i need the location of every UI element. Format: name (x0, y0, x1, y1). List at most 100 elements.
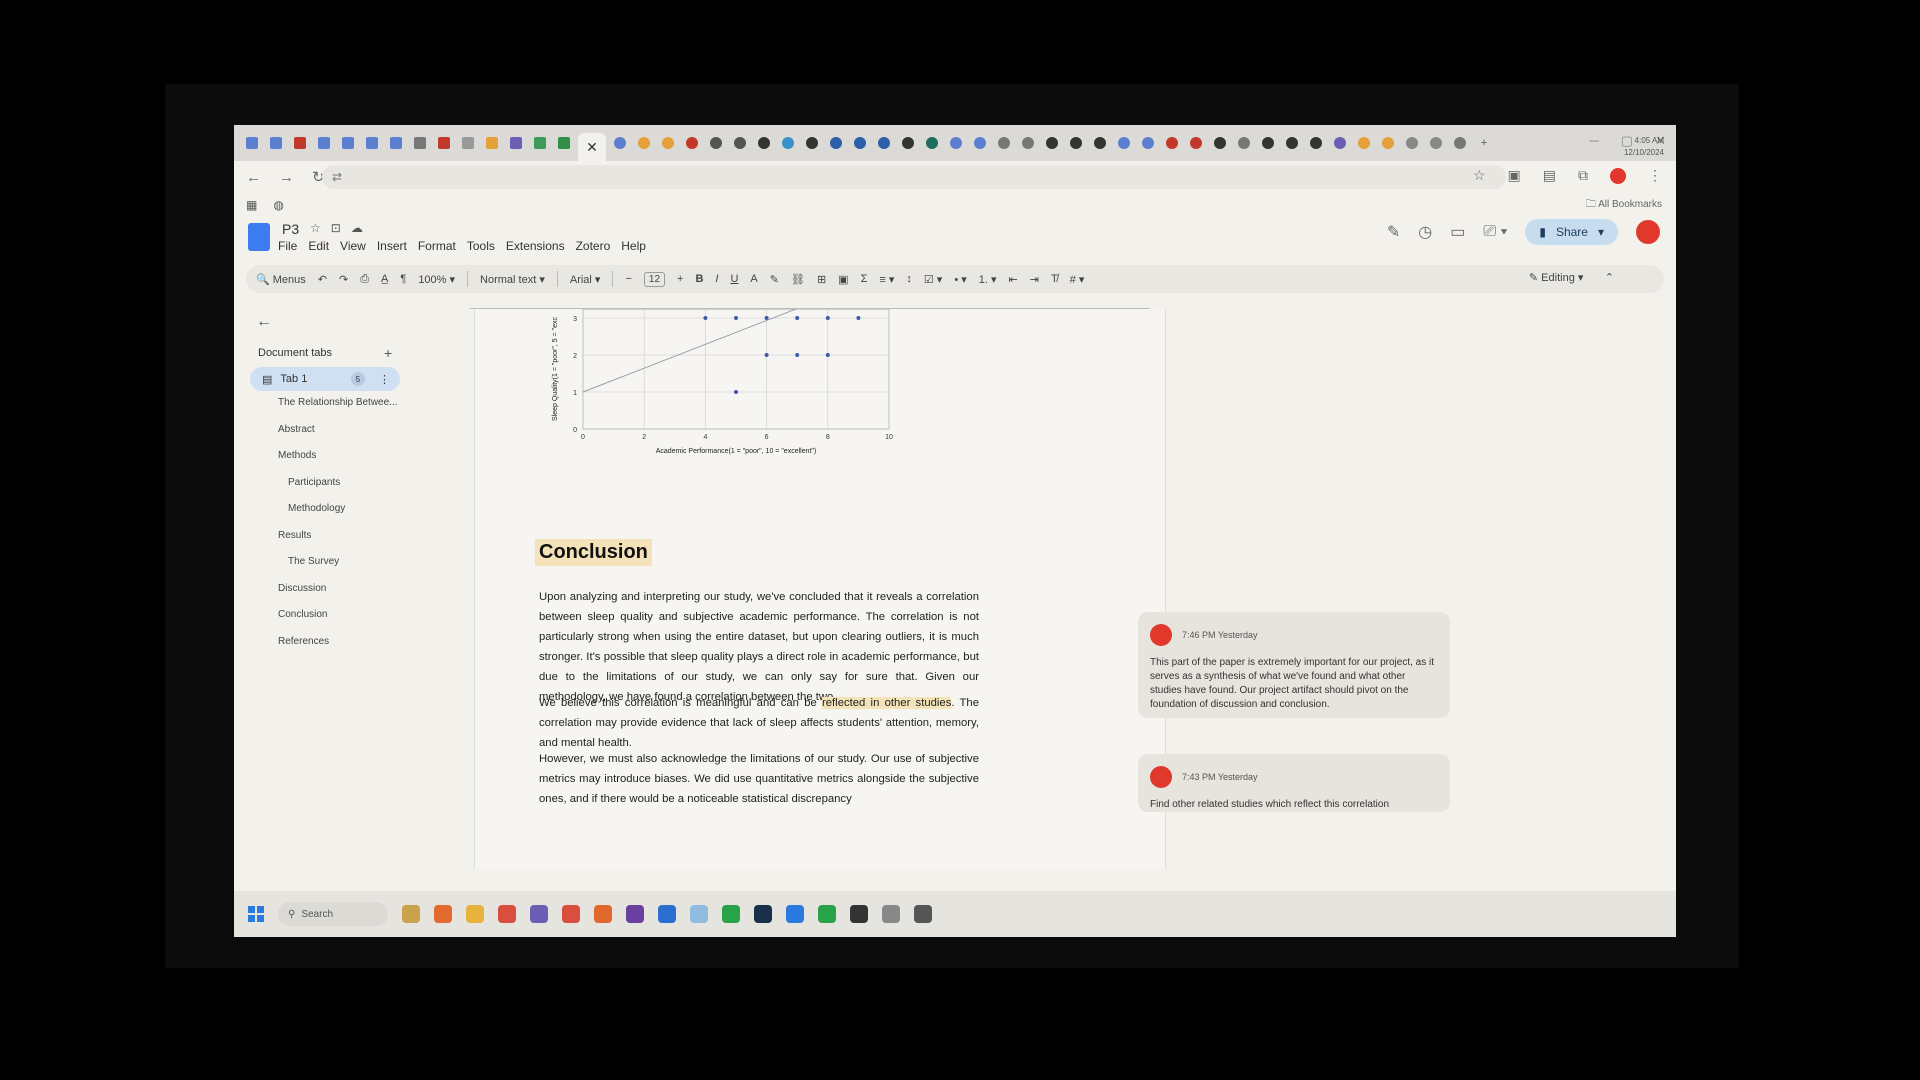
browser-tab[interactable] (730, 134, 750, 152)
browser-tab[interactable] (778, 134, 798, 152)
outline-item[interactable]: Participants (278, 477, 398, 504)
browser-tab[interactable] (1258, 134, 1278, 152)
taskbar-app-icon[interactable] (658, 905, 676, 923)
star-icon[interactable]: ☆ (310, 221, 321, 235)
taskbar-app-icon[interactable] (882, 905, 900, 923)
browser-tab[interactable] (554, 134, 574, 152)
browser-tab[interactable] (1378, 134, 1398, 152)
site-info-icon[interactable]: ⇄ (332, 170, 342, 184)
new-tab-icon[interactable]: + (1474, 134, 1494, 152)
undo-icon[interactable]: ↶ (318, 273, 327, 286)
menu-format[interactable]: Format (418, 239, 456, 253)
browser-tab[interactable] (1426, 134, 1446, 152)
browser-tab[interactable] (1018, 134, 1038, 152)
comment-add-icon[interactable]: ⊞ (817, 273, 826, 286)
browser-tab[interactable] (386, 134, 406, 152)
more-menu-icon[interactable]: ⋮ (1648, 167, 1662, 184)
browser-tab[interactable] (1066, 134, 1086, 152)
browser-tab[interactable] (874, 134, 894, 152)
add-tab-icon[interactable]: + (384, 345, 392, 361)
browser-tab[interactable] (754, 134, 774, 152)
menu-extensions[interactable]: Extensions (506, 239, 565, 253)
menu-edit[interactable]: Edit (308, 239, 329, 253)
forward-icon[interactable]: → (279, 169, 294, 186)
increase-font-icon[interactable]: + (677, 273, 683, 285)
document-title[interactable]: P3 (282, 221, 299, 237)
browser-tab[interactable] (266, 134, 286, 152)
clear-formatting-icon[interactable]: T̸ (1051, 273, 1058, 285)
browser-tab[interactable] (1042, 134, 1062, 152)
menus-search[interactable]: 🔍 Menus (256, 273, 306, 286)
meet-icon[interactable]: ⎚ ▾ (1483, 223, 1507, 241)
zoom-select[interactable]: 100% ▾ (418, 273, 455, 286)
menu-insert[interactable]: Insert (377, 239, 407, 253)
docs-logo-icon[interactable] (248, 223, 270, 251)
bold-icon[interactable]: B (695, 273, 703, 285)
spellcheck-icon[interactable]: A̲ (381, 273, 388, 285)
browser-tab[interactable] (1114, 134, 1134, 152)
commented-highlight[interactable]: reflected in other studies (822, 697, 952, 709)
taskbar-app-icon[interactable] (690, 905, 708, 923)
font-select[interactable]: Arial ▾ (570, 273, 601, 286)
browser-tab[interactable] (634, 134, 654, 152)
browser-tab[interactable] (1402, 134, 1422, 152)
minimize-icon[interactable]: ─ (1590, 133, 1599, 149)
browser-tab[interactable] (1234, 134, 1254, 152)
bullet-list-icon[interactable]: • ▾ (954, 273, 966, 286)
taskbar-app-icon[interactable] (754, 905, 772, 923)
taskbar-app-icon[interactable] (594, 905, 612, 923)
browser-tab[interactable] (1210, 134, 1230, 152)
redo-icon[interactable]: ↷ (339, 273, 348, 286)
font-size-input[interactable]: 12 (643, 271, 666, 287)
style-select[interactable]: Normal text ▾ (480, 273, 545, 286)
outline-item[interactable]: Discussion (278, 583, 398, 610)
browser-tab[interactable] (362, 134, 382, 152)
omnibox[interactable]: ⇄ (322, 165, 1506, 189)
italic-icon[interactable]: I (715, 273, 718, 285)
taskbar-app-icon[interactable] (434, 905, 452, 923)
tab-1[interactable]: ▤ Tab 1 5 ⋮ (250, 367, 400, 391)
browser-tab[interactable] (434, 134, 454, 152)
bookmark-globe-icon[interactable]: ◍ (273, 198, 283, 212)
puzzle-icon[interactable]: ⧉ (1578, 167, 1588, 184)
taskbar-app-icon[interactable] (786, 905, 804, 923)
taskbar-app-icon[interactable] (402, 905, 420, 923)
outline-item[interactable]: Results (278, 530, 398, 557)
active-tab-close-icon[interactable]: ✕ (578, 133, 606, 161)
taskbar-app-icon[interactable] (466, 905, 484, 923)
browser-tab[interactable] (1450, 134, 1470, 152)
bookmark-star-icon[interactable]: ☆ (1473, 167, 1486, 184)
taskbar-app-icon[interactable] (850, 905, 868, 923)
start-icon[interactable] (248, 906, 264, 922)
decrease-indent-icon[interactable]: ⇤ (1009, 273, 1018, 286)
align-icon[interactable]: ≡ ▾ (879, 273, 894, 286)
all-bookmarks[interactable]: 🗀 All Bookmarks (1586, 197, 1662, 214)
outline-item[interactable]: The Survey (278, 556, 398, 583)
taskbar-app-icon[interactable] (626, 905, 644, 923)
taskbar-app-icon[interactable] (818, 905, 836, 923)
highlight-icon[interactable]: ✎ (770, 273, 779, 286)
browser-tab[interactable] (610, 134, 630, 152)
comment-card-1[interactable]: 7:46 PM Yesterday This part of the paper… (1138, 612, 1450, 718)
outline-item[interactable]: References (278, 636, 398, 663)
gemini-icon[interactable]: ✎ (1387, 222, 1400, 242)
profile-avatar[interactable] (1610, 167, 1626, 184)
comments-icon[interactable]: ▭ (1450, 222, 1465, 242)
browser-tab[interactable] (1330, 134, 1350, 152)
underline-icon[interactable]: U (730, 273, 738, 285)
menu-tools[interactable]: Tools (467, 239, 495, 253)
outline-item[interactable]: Abstract (278, 424, 398, 451)
browser-tab[interactable] (658, 134, 678, 152)
line-spacing-icon[interactable]: ↕ (906, 273, 912, 285)
link-icon[interactable]: ⛓ (791, 273, 805, 286)
browser-tab[interactable] (1282, 134, 1302, 152)
extension-icon-2[interactable]: ▤ (1543, 167, 1556, 184)
browser-tab[interactable] (1354, 134, 1374, 152)
browser-tab[interactable] (242, 134, 262, 152)
comment-card-2[interactable]: 7:43 PM Yesterday Find other related stu… (1138, 754, 1450, 812)
print-icon[interactable]: ⎙ (360, 273, 369, 286)
browser-tab[interactable] (338, 134, 358, 152)
browser-tab[interactable] (1138, 134, 1158, 152)
menu-zotero[interactable]: Zotero (576, 239, 611, 253)
taskbar-app-icon[interactable] (498, 905, 516, 923)
